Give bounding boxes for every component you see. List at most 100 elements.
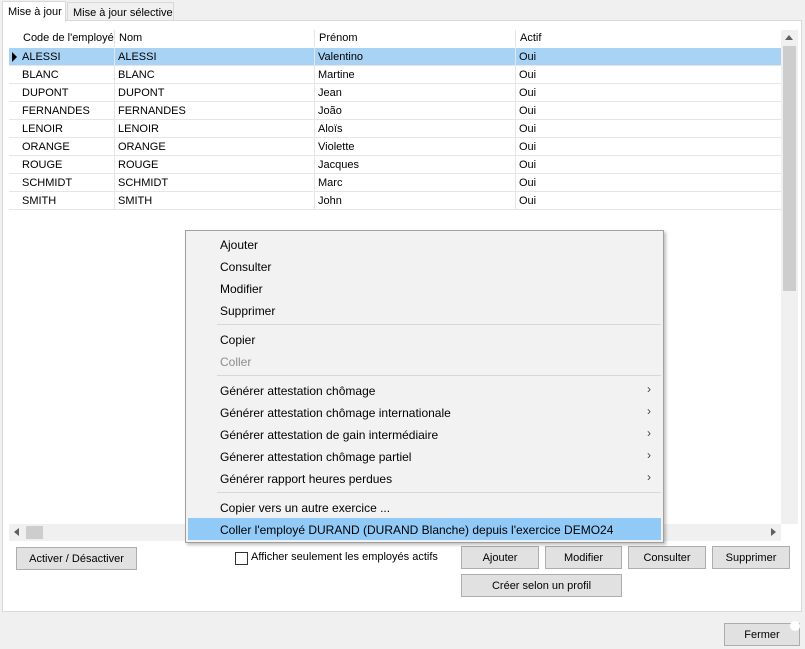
table-row[interactable]: SCHMIDT SCHMIDT Marc Oui xyxy=(9,174,781,192)
column-header-nom[interactable]: Nom xyxy=(115,30,315,47)
chevron-right-icon: › xyxy=(647,448,651,462)
cell-nom[interactable]: ORANGE xyxy=(115,138,315,156)
menu-item-attestation-internationale[interactable]: Générer attestation chômage internationa… xyxy=(188,401,661,423)
horizontal-scroll-thumb[interactable] xyxy=(26,526,43,539)
column-header-code[interactable]: Code de l'employé xyxy=(19,30,115,47)
cell-nom[interactable]: FERNANDES xyxy=(115,102,315,120)
menu-item-label: Ajouter xyxy=(220,238,259,252)
cell-prenom[interactable]: Jacques xyxy=(315,156,516,174)
menu-item-label: Modifier xyxy=(220,282,263,296)
menu-item-label: Coller xyxy=(220,355,252,369)
tab-mise-a-jour[interactable]: Mise à jour xyxy=(2,1,66,22)
cell-actif[interactable]: Oui xyxy=(516,120,781,138)
menu-separator xyxy=(217,324,661,325)
menu-item-ajouter[interactable]: Ajouter xyxy=(188,233,661,255)
cell-prenom[interactable]: Martine xyxy=(315,66,516,84)
cell-actif[interactable]: Oui xyxy=(516,192,781,210)
current-row-arrow-icon xyxy=(12,52,17,62)
column-header-actif[interactable]: Actif xyxy=(516,30,781,47)
active-only-label[interactable]: Afficher seulement les employés actifs xyxy=(251,551,438,563)
menu-item-attestation-gain[interactable]: Générer attestation de gain intermédiair… xyxy=(188,423,661,445)
menu-item-supprimer[interactable]: Supprimer xyxy=(188,299,661,321)
cell-actif[interactable]: Oui xyxy=(516,66,781,84)
grid-header: Code de l'employé Nom Prénom Actif xyxy=(9,30,781,47)
cell-nom[interactable]: SMITH xyxy=(115,192,315,210)
cell-actif[interactable]: Oui xyxy=(516,156,781,174)
tab-mise-a-jour-selective[interactable]: Mise à jour sélective xyxy=(67,2,174,22)
table-row[interactable]: FERNANDES FERNANDES João Oui xyxy=(9,102,781,120)
table-row[interactable]: ALESSI ALESSI Valentino Oui xyxy=(9,48,781,66)
cell-prenom[interactable]: Violette xyxy=(315,138,516,156)
table-row[interactable]: DUPONT DUPONT Jean Oui xyxy=(9,84,781,102)
cell-actif[interactable]: Oui xyxy=(516,48,781,66)
chevron-right-icon: › xyxy=(647,404,651,418)
cell-nom[interactable]: SCHMIDT xyxy=(115,174,315,192)
delete-button[interactable]: Supprimer xyxy=(712,546,790,569)
menu-item-label: Générer rapport heures perdues xyxy=(220,472,393,486)
table-row[interactable]: LENOIR LENOIR Aloïs Oui xyxy=(9,120,781,138)
menu-item-consulter[interactable]: Consulter xyxy=(188,255,661,277)
cell-prenom[interactable]: Aloïs xyxy=(315,120,516,138)
create-from-profile-button[interactable]: Créer selon un profil xyxy=(461,574,622,597)
cell-code[interactable]: FERNANDES xyxy=(19,102,115,120)
chevron-right-icon: › xyxy=(647,470,651,484)
cell-prenom[interactable]: Jean xyxy=(315,84,516,102)
active-only-checkbox[interactable] xyxy=(235,552,248,565)
menu-item-coller-employe[interactable]: Coller l'employé DURAND (DURAND Blanche)… xyxy=(188,518,661,540)
cell-prenom[interactable]: Valentino xyxy=(315,48,516,66)
vertical-scroll-thumb[interactable] xyxy=(783,46,796,291)
arrow-left-icon[interactable] xyxy=(14,528,19,536)
menu-item-attestation-chomage[interactable]: Générer attestation chômage › xyxy=(188,379,661,401)
cell-prenom[interactable]: Marc xyxy=(315,174,516,192)
cell-actif[interactable]: Oui xyxy=(516,102,781,120)
cell-code[interactable]: LENOIR xyxy=(19,120,115,138)
menu-item-label: Supprimer xyxy=(220,304,276,318)
arrow-right-icon[interactable] xyxy=(771,528,776,536)
cell-code[interactable]: SMITH xyxy=(19,192,115,210)
modify-button[interactable]: Modifier xyxy=(545,546,622,569)
cell-nom[interactable]: BLANC xyxy=(115,66,315,84)
menu-item-label: Génerer attestation chômage partiel xyxy=(220,450,412,464)
cell-nom[interactable]: ROUGE xyxy=(115,156,315,174)
cell-code[interactable]: BLANC xyxy=(19,66,115,84)
resize-grip-icon xyxy=(790,621,800,631)
cell-prenom[interactable]: João xyxy=(315,102,516,120)
column-header-prenom[interactable]: Prénom xyxy=(315,30,516,47)
cell-nom[interactable]: LENOIR xyxy=(115,120,315,138)
vertical-scrollbar[interactable] xyxy=(781,30,798,524)
cell-code[interactable]: DUPONT xyxy=(19,84,115,102)
table-row[interactable]: BLANC BLANC Martine Oui xyxy=(9,66,781,84)
add-button[interactable]: Ajouter xyxy=(461,546,539,569)
cell-code[interactable]: ALESSI xyxy=(19,48,115,66)
menu-separator xyxy=(217,375,661,376)
menu-item-rapport-heures[interactable]: Générer rapport heures perdues › xyxy=(188,467,661,489)
menu-item-label: Générer attestation de gain intermédiair… xyxy=(220,428,439,442)
chevron-right-icon: › xyxy=(647,426,651,440)
menu-item-modifier[interactable]: Modifier xyxy=(188,277,661,299)
arrow-up-icon[interactable] xyxy=(785,35,793,40)
menu-item-label: Générer attestation chômage xyxy=(220,384,376,398)
cell-code[interactable]: ROUGE xyxy=(19,156,115,174)
cell-actif[interactable]: Oui xyxy=(516,138,781,156)
menu-item-label: Copier vers un autre exercice ... xyxy=(220,501,391,515)
menu-item-copier[interactable]: Copier xyxy=(188,328,661,350)
consult-button[interactable]: Consulter xyxy=(628,546,706,569)
cell-nom[interactable]: ALESSI xyxy=(115,48,315,66)
cell-prenom[interactable]: John xyxy=(315,192,516,210)
cell-nom[interactable]: DUPONT xyxy=(115,84,315,102)
activate-deactivate-button[interactable]: Activer / Désactiver xyxy=(16,547,137,570)
menu-item-label: Générer attestation chômage internationa… xyxy=(220,406,451,420)
menu-item-label: Copier xyxy=(220,333,256,347)
close-button[interactable]: Fermer xyxy=(724,623,800,646)
table-row[interactable]: SMITH SMITH John Oui xyxy=(9,192,781,210)
table-row[interactable]: ORANGE ORANGE Violette Oui xyxy=(9,138,781,156)
cell-actif[interactable]: Oui xyxy=(516,174,781,192)
menu-item-attestation-partiel[interactable]: Génerer attestation chômage partiel › xyxy=(188,445,661,467)
table-row[interactable]: ROUGE ROUGE Jacques Oui xyxy=(9,156,781,174)
cell-code[interactable]: ORANGE xyxy=(19,138,115,156)
cell-code[interactable]: SCHMIDT xyxy=(19,174,115,192)
menu-item-copier-exercice[interactable]: Copier vers un autre exercice ... xyxy=(188,496,661,518)
menu-item-coller[interactable]: Coller xyxy=(188,350,661,372)
cell-actif[interactable]: Oui xyxy=(516,84,781,102)
menu-separator xyxy=(217,492,661,493)
